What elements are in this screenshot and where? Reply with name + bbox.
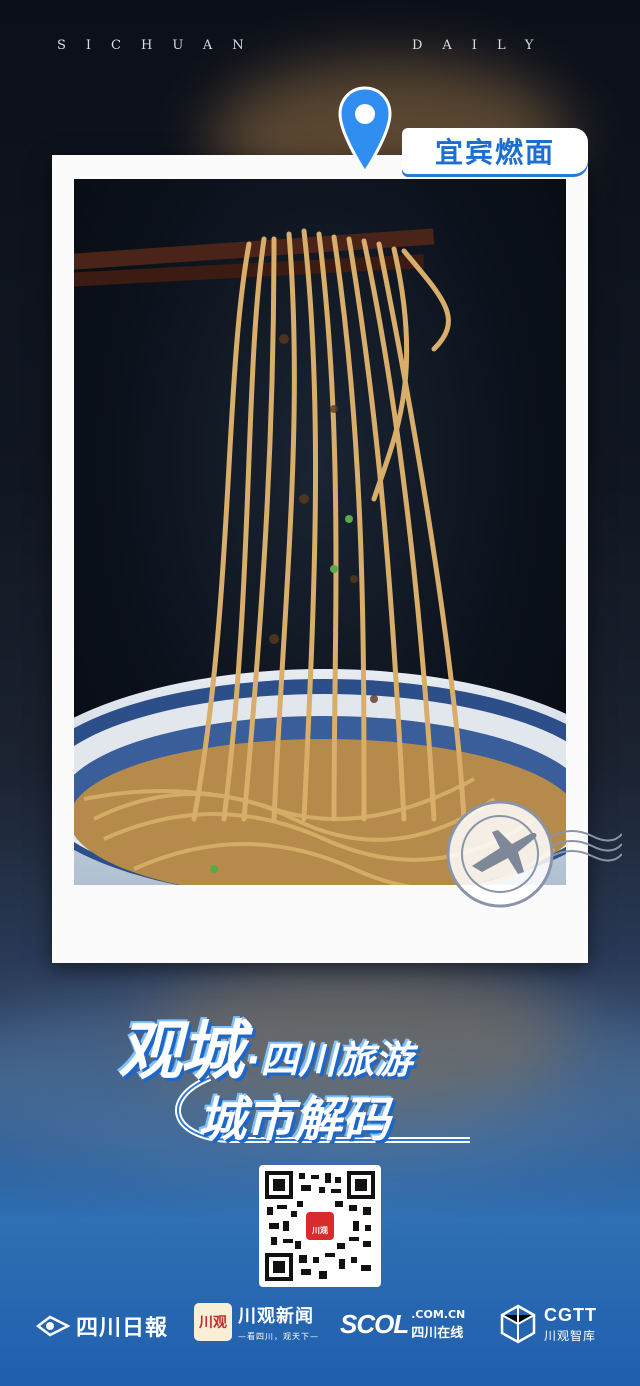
- masthead-right: DAILY: [412, 38, 554, 53]
- location-pin-icon: [338, 86, 392, 175]
- sichuan-daily-name: 四川日報: [76, 1315, 169, 1341]
- noodle-illustration: [74, 228, 566, 885]
- scol-name: 四川在线: [411, 1326, 464, 1341]
- scol-logo[interactable]: SCOL .COM.CN 四川在线: [340, 1308, 465, 1341]
- sichuan-daily-emblem-icon: [36, 1315, 70, 1337]
- cgtt-brand: CGTT: [544, 1304, 597, 1325]
- chuanguan-news-logo[interactable]: 川观 川观新闻 —看四川，观天下—: [194, 1302, 319, 1342]
- qr-code[interactable]: 川观: [259, 1165, 381, 1287]
- qr-center-label: 川观: [312, 1226, 328, 1235]
- title-line-2: 城市解码: [198, 1092, 391, 1148]
- partner-logos: 四川日報 川观 川观新闻 —看四川，观天下— SCOL .COM.CN 四川在线…: [0, 1300, 640, 1360]
- masthead: SICHUAN DAILY: [0, 38, 640, 60]
- cgtt-logo[interactable]: CGTT 川观智库: [498, 1304, 597, 1344]
- title-line-1-big: 观城: [118, 1015, 244, 1089]
- title-line-1: 观城 ·四川旅游: [118, 1000, 518, 1089]
- chuanguan-badge: 川观: [194, 1303, 232, 1341]
- sichuan-daily-logo[interactable]: 四川日報: [36, 1310, 168, 1342]
- scol-brand: SCOL: [340, 1309, 409, 1339]
- chuanguan-slogan: —看四川，观天下—: [238, 1332, 319, 1341]
- cgtt-cube-icon: [500, 1304, 536, 1344]
- location-badge: 宜宾燃面: [402, 128, 588, 174]
- scol-domain: .COM.CN: [411, 1308, 466, 1321]
- noodle-photo: [74, 179, 566, 885]
- airplane-postmark-icon: [446, 800, 622, 908]
- cgtt-name: 川观智库: [544, 1328, 597, 1343]
- title-line-1-small: ·四川旅游: [246, 1038, 413, 1082]
- masthead-left: SICHUAN: [57, 38, 264, 53]
- chuanguan-name: 川观新闻: [238, 1306, 314, 1327]
